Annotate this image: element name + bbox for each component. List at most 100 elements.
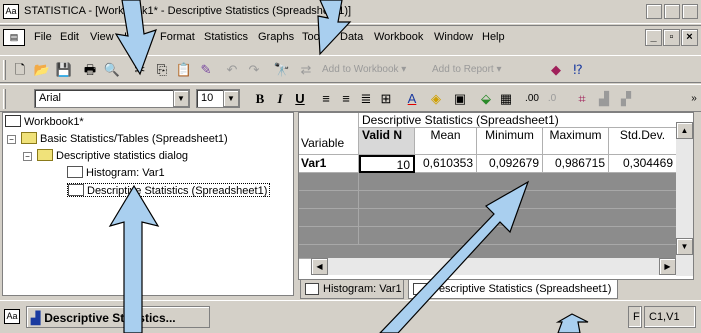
- paste-icon[interactable]: 📋: [174, 60, 194, 79]
- horizontal-scrollbar[interactable]: ◀ ▶: [311, 258, 693, 275]
- workbook-tree: Workbook1* − Basic Statistics/Tables (Sp…: [2, 112, 294, 296]
- table-cell-maximum[interactable]: 0,986715: [543, 155, 609, 173]
- font-color-icon[interactable]: A: [402, 89, 422, 108]
- align-left-icon[interactable]: ≡: [316, 89, 336, 108]
- font-size-combo[interactable]: 10 ▼: [196, 89, 240, 108]
- graph-icon: ▟: [31, 311, 41, 325]
- column-header-std-dev[interactable]: Std.Dev.: [609, 128, 677, 155]
- workbook-icon: [5, 115, 21, 127]
- grid-pattern-icon[interactable]: ▦: [496, 89, 516, 108]
- table-cell-mean[interactable]: 0,610353: [415, 155, 477, 173]
- add-to-workbook-button[interactable]: Add to Workbook ▾: [322, 64, 406, 75]
- mdi-minimize-button[interactable]: _: [645, 29, 662, 46]
- find-binoculars-icon[interactable]: 🔭: [272, 60, 292, 79]
- tree-node-basic-statistics[interactable]: Basic Statistics/Tables (Spreadsheet1): [21, 132, 228, 146]
- new-file-icon[interactable]: 🗋: [10, 60, 30, 79]
- status-bar: Aa ▟ Descriptive Statistics... F C1,V1: [0, 300, 701, 333]
- increase-decimal-icon[interactable]: .00: [522, 89, 542, 108]
- decrease-decimal-icon[interactable]: .0: [542, 89, 562, 108]
- font-name-combo[interactable]: Arial ▼: [34, 89, 190, 108]
- close-window-button[interactable]: [682, 4, 698, 19]
- undo-icon[interactable]: ↶: [222, 60, 242, 79]
- collapse-icon[interactable]: −: [23, 152, 32, 161]
- cut-icon[interactable]: ✂: [130, 60, 150, 79]
- graph-icon[interactable]: ▟: [594, 89, 614, 108]
- underline-button[interactable]: U: [290, 89, 310, 108]
- menu-edit[interactable]: Edit: [60, 31, 79, 43]
- save-disk-icon[interactable]: 💾: [54, 60, 74, 79]
- menu-window[interactable]: Window: [434, 31, 473, 43]
- row-header-var1[interactable]: Var1: [299, 155, 359, 173]
- menu-help[interactable]: Help: [482, 31, 505, 43]
- menu-graphs[interactable]: Graphs: [258, 31, 294, 43]
- scroll-up-icon[interactable]: ▲: [676, 122, 693, 139]
- toolbar-grip[interactable]: [3, 60, 6, 80]
- marker-icon[interactable]: ⬙: [476, 89, 496, 108]
- graph-options-icon[interactable]: ▞: [616, 89, 636, 108]
- scroll-right-icon[interactable]: ▶: [659, 258, 676, 275]
- formatting-toolbar: Arial ▼ 10 ▼ B I U ≡ ≡ ≣ ⊞ A ◈ ▣ ⬙ ▦ .00 .…: [0, 84, 701, 112]
- tree-node-label: Histogram: Var1: [86, 167, 165, 179]
- scroll-down-icon[interactable]: ▼: [676, 238, 693, 255]
- menu-workbook[interactable]: Workbook: [374, 31, 423, 43]
- standard-toolbar: 🗋 📂 💾 🖶 🔍 ✂ ⎘ 📋 ✎ ↶ ↷ 🔭 ⇄ Add to Workboo…: [0, 55, 701, 83]
- copy-icon[interactable]: ⎘: [152, 60, 172, 79]
- tree-node-label: Basic Statistics/Tables (Spreadsheet1): [40, 133, 228, 145]
- menu-tools[interactable]: Tools: [302, 31, 328, 43]
- align-center-icon[interactable]: ≡: [336, 89, 356, 108]
- mdi-close-button[interactable]: ×: [681, 29, 698, 46]
- column-header-mean[interactable]: Mean: [415, 128, 477, 155]
- border-icon[interactable]: ▣: [450, 89, 470, 108]
- fill-color-icon[interactable]: ◈: [426, 89, 446, 108]
- menu-file[interactable]: File: [34, 31, 52, 43]
- task-descriptive-statistics-button[interactable]: ▟ Descriptive Statistics...: [26, 306, 210, 328]
- toolbar-grip[interactable]: [3, 89, 6, 109]
- toolbar-overflow-icon[interactable]: »: [684, 89, 701, 108]
- menu-data[interactable]: Data: [340, 31, 363, 43]
- empty-row-header: [299, 191, 359, 209]
- row-header-label: Variable: [299, 113, 359, 155]
- replace-icon[interactable]: ⇄: [296, 60, 316, 79]
- bold-button[interactable]: B: [250, 89, 270, 108]
- statistica-app-icon[interactable]: Aa: [3, 4, 19, 19]
- italic-button[interactable]: I: [270, 89, 290, 108]
- cell-format-icon[interactable]: ⊞: [376, 89, 396, 108]
- menu-view[interactable]: View: [90, 31, 114, 43]
- chevron-down-icon[interactable]: ▼: [223, 90, 239, 107]
- menu-insert[interactable]: Insert: [124, 31, 152, 43]
- add-to-report-button[interactable]: Add to Report ▾: [432, 64, 502, 75]
- split-cells-icon[interactable]: ⌗: [572, 89, 592, 108]
- tree-node-descriptive-dialog[interactable]: Descriptive statistics dialog: [37, 149, 188, 163]
- table-cell-minimum[interactable]: 0,092679: [477, 155, 543, 173]
- column-header-minimum[interactable]: Minimum: [477, 128, 543, 155]
- statistics-book-icon[interactable]: ◆: [546, 60, 566, 79]
- workbook-mdi-icon[interactable]: ▤: [3, 29, 25, 46]
- mdi-restore-button[interactable]: ▫: [663, 29, 680, 46]
- tree-node-descriptive-statistics[interactable]: Descriptive Statistics (Spreadsheet1): [67, 183, 271, 197]
- menu-statistics[interactable]: Statistics: [204, 31, 248, 43]
- align-right-icon[interactable]: ≣: [356, 89, 376, 108]
- column-header-maximum[interactable]: Maximum: [543, 128, 609, 155]
- table-cell-std-dev[interactable]: 0,304469: [609, 155, 677, 173]
- tab-descriptive-statistics[interactable]: Descriptive Statistics (Spreadsheet1): [408, 280, 618, 299]
- menu-format[interactable]: Format: [160, 31, 195, 43]
- print-preview-icon[interactable]: 🔍: [102, 60, 122, 79]
- tree-node-workbook[interactable]: Workbook1*: [5, 115, 84, 129]
- empty-row-header: [299, 227, 359, 245]
- table-cell-valid-n[interactable]: 10: [359, 155, 415, 173]
- maximize-window-button[interactable]: [664, 4, 680, 19]
- help-pointer-icon[interactable]: ⁉: [568, 60, 588, 79]
- chevron-down-icon[interactable]: ▼: [173, 90, 189, 107]
- scroll-left-icon[interactable]: ◀: [311, 258, 328, 275]
- format-painter-icon[interactable]: ✎: [196, 60, 216, 79]
- open-folder-icon[interactable]: 📂: [32, 60, 52, 79]
- column-header-valid-n[interactable]: Valid N: [359, 128, 415, 155]
- statistica-icon[interactable]: Aa: [4, 309, 20, 324]
- tab-histogram[interactable]: Histogram: Var1: [300, 280, 404, 299]
- redo-icon[interactable]: ↷: [244, 60, 264, 79]
- minimize-window-button[interactable]: [646, 4, 662, 19]
- tree-node-histogram[interactable]: Histogram: Var1: [67, 166, 165, 180]
- print-icon[interactable]: 🖶: [80, 60, 100, 79]
- collapse-icon[interactable]: −: [7, 135, 16, 144]
- vertical-scrollbar[interactable]: ▲ ▼: [676, 122, 693, 276]
